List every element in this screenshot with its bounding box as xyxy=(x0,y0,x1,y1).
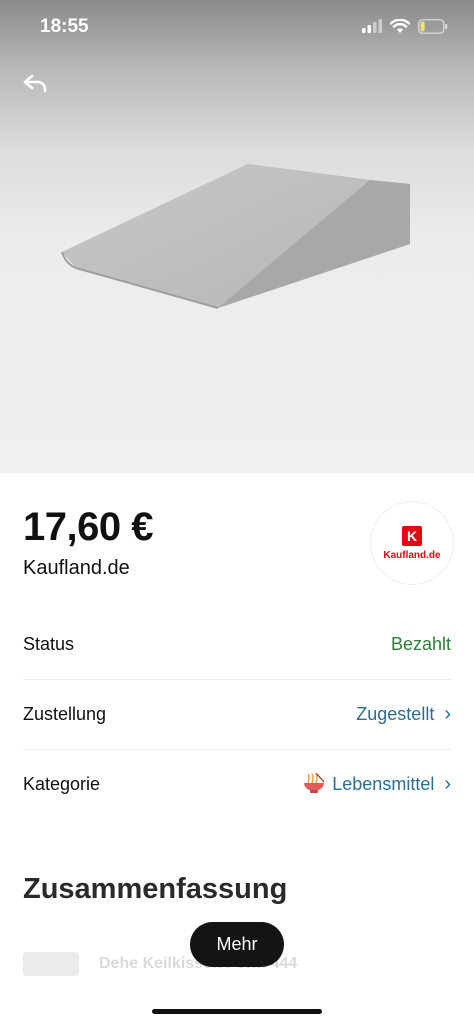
merchant-name: Kaufland.de xyxy=(23,557,130,579)
cellular-signal-icon xyxy=(362,19,382,33)
kaufland-logo-text: Kaufland.de xyxy=(383,549,441,561)
category-value[interactable]: Lebensmittel › xyxy=(302,773,451,796)
delivery-value[interactable]: Zugestellt › xyxy=(356,703,451,726)
status-label: Status xyxy=(23,633,75,654)
chevron-right-icon: › xyxy=(444,702,451,725)
status-time: 18:55 xyxy=(40,16,89,37)
reply-arrow-icon xyxy=(23,74,47,93)
summary-title: Zusammenfassung xyxy=(23,873,288,905)
wifi-icon xyxy=(390,18,410,33)
product-image xyxy=(61,164,410,309)
noodle-bowl-icon xyxy=(304,773,325,793)
price: 17,60 € xyxy=(23,505,153,549)
status-bar: 18:55 xyxy=(0,0,474,52)
back-button[interactable] xyxy=(18,70,52,100)
kaufland-logo-mark: K xyxy=(402,525,422,546)
status-row: Status Bezahlt xyxy=(23,609,451,679)
delivery-label: Zustellung xyxy=(23,703,107,724)
home-indicator[interactable] xyxy=(152,1009,322,1014)
delivery-row[interactable]: Zustellung Zugestellt › xyxy=(23,679,451,749)
delivery-value-text: Zugestellt xyxy=(356,703,435,724)
status-value: Bezahlt xyxy=(390,633,451,654)
merchant-logo: K Kaufland.de xyxy=(370,501,454,585)
category-label: Kategorie xyxy=(23,773,101,794)
category-value-text: Lebensmittel xyxy=(332,773,435,794)
product-hero xyxy=(0,0,474,473)
battery-icon xyxy=(418,18,448,34)
chevron-right-icon: › xyxy=(444,772,451,795)
category-row[interactable]: Kategorie Lebensmittel › xyxy=(23,749,451,819)
more-button[interactable]: Mehr xyxy=(190,922,284,967)
summary-item-thumbnail xyxy=(23,952,79,976)
